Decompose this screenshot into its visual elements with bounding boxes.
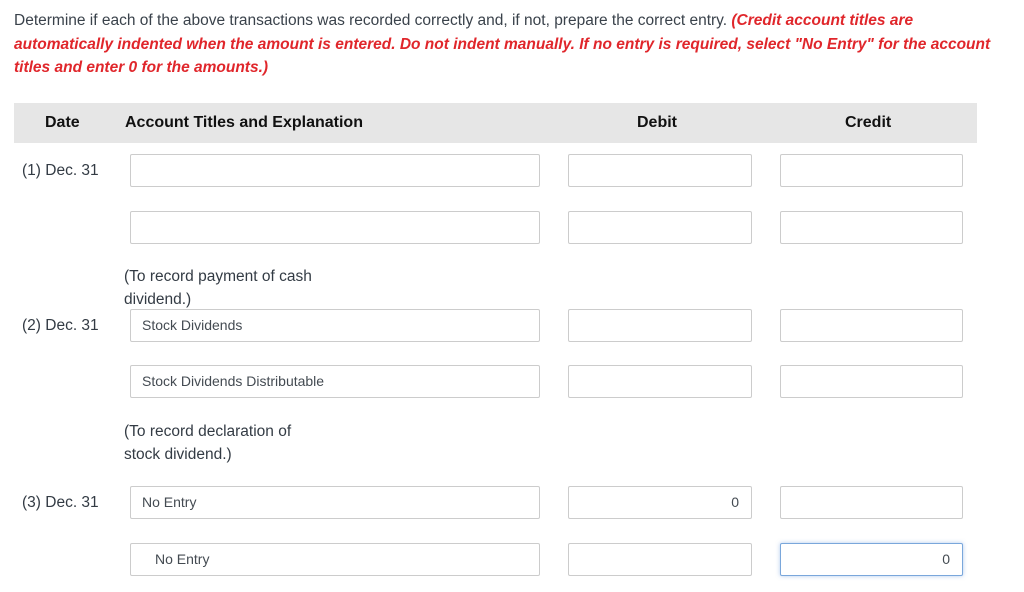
entry-1-debit-2[interactable] — [568, 211, 752, 244]
header-credit: Credit — [845, 114, 892, 131]
entry-2-date: (2) Dec. 31 — [22, 317, 99, 334]
header-account: Account Titles and Explanation — [125, 114, 363, 131]
instructions-main: Determine if each of the above transacti… — [14, 12, 728, 29]
entry-1-explanation: (To record payment of cash dividend.) — [124, 268, 312, 308]
entry-1-credit-1[interactable] — [780, 154, 963, 187]
entry-3-account-2[interactable]: No Entry — [130, 543, 540, 576]
entry-1-account-1[interactable] — [130, 154, 540, 187]
entry-2-credit-2[interactable] — [780, 365, 963, 398]
entry-3-credit-2[interactable]: 0 — [780, 543, 963, 576]
entry-2-debit-1[interactable] — [568, 309, 752, 342]
table-header: Date Account Titles and Explanation Debi… — [14, 103, 977, 143]
entry-3-credit-1[interactable] — [780, 486, 963, 519]
entry-3-debit-2[interactable] — [568, 543, 752, 576]
entry-2-account-2[interactable]: Stock Dividends Distributable — [130, 365, 540, 398]
header-date: Date — [45, 114, 80, 131]
entry-3-account-1[interactable]: No Entry — [130, 486, 540, 519]
entry-1-credit-2[interactable] — [780, 211, 963, 244]
instructions: Determine if each of the above transacti… — [14, 9, 1014, 80]
entry-3-date: (3) Dec. 31 — [22, 494, 99, 511]
entry-3-debit-1[interactable]: 0 — [568, 486, 752, 519]
entry-1-debit-1[interactable] — [568, 154, 752, 187]
entry-2-explanation: (To record declaration of stock dividend… — [124, 423, 292, 463]
entry-2-debit-2[interactable] — [568, 365, 752, 398]
header-debit: Debit — [637, 114, 677, 131]
entry-1-account-2[interactable] — [130, 211, 540, 244]
entry-2-account-1[interactable]: Stock Dividends — [130, 309, 540, 342]
entry-1-date: (1) Dec. 31 — [22, 162, 99, 179]
entry-2-credit-1[interactable] — [780, 309, 963, 342]
